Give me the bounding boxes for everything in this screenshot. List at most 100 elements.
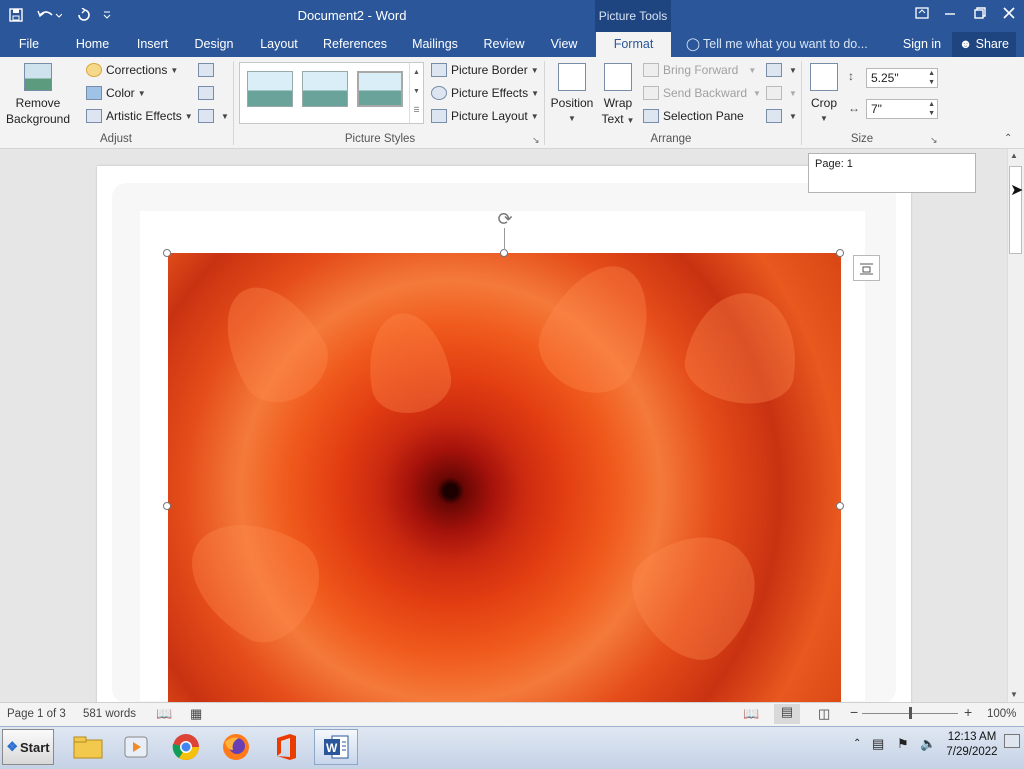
height-field[interactable]: 5.25" ▲ ▼ [866,68,938,88]
zoom-level[interactable]: 100% [987,708,1016,720]
group-label-arrange: Arrange [650,133,692,145]
send-backward-button[interactable]: Send Backward ▼ [643,86,761,100]
tab-home[interactable]: Home [70,32,115,57]
ribbon-tabs: File Home Insert Design Layout Reference… [0,32,1024,57]
collapse-ribbon-icon[interactable]: ⌃ [1004,133,1012,144]
macro-icon[interactable]: ▦ [190,706,202,722]
dialog-launcher-icon[interactable]: ↘ [930,135,938,146]
selected-picture[interactable] [168,253,841,702]
show-hidden-icons-icon[interactable]: ⌃ [853,738,861,749]
resize-handle-top[interactable] [500,249,508,257]
corrections-button[interactable]: Corrections ▼ [86,63,178,77]
web-layout-icon[interactable]: ◫ [818,706,830,722]
word-icon[interactable]: W [314,729,358,765]
style-thumbnail[interactable] [247,71,293,107]
chrome-icon[interactable] [164,729,208,765]
word-count[interactable]: 581 words [83,708,136,720]
rotate-handle-icon[interactable]: ⟳ [495,209,515,229]
artistic-effects-button[interactable]: Artistic Effects ▼ [86,109,193,123]
mouse-cursor-icon: ➤ [1010,182,1024,199]
rotate-button[interactable]: ▼ [766,109,797,123]
crop-label: Crop [810,96,837,110]
windows-logo-icon: ❖ [6,739,19,754]
resize-handle-top-left[interactable] [163,249,171,257]
zoom-slider-thumb[interactable] [909,707,912,719]
corrections-label: Corrections [106,63,168,77]
office-icon[interactable] [264,729,308,765]
proofing-icon[interactable]: 📖 [156,706,172,722]
picture-border-button[interactable]: Picture Border ▼ [431,63,539,77]
position-button[interactable]: Position ▼ [548,63,596,127]
picture-effects-button[interactable]: Picture Effects ▼ [431,86,539,100]
person-icon: ☻ [959,37,973,51]
tab-review[interactable]: Review [480,32,528,57]
crop-button[interactable]: Crop ▼ [806,63,842,127]
restore-button[interactable] [964,0,995,26]
picture-styles-gallery: ▲ ▼ ☰ [239,62,424,124]
tab-references[interactable]: References [320,32,390,57]
spinner-arrows-icon[interactable]: ▲ ▼ [928,100,935,118]
print-layout-icon[interactable]: ▤ [774,704,800,724]
scroll-up-icon[interactable]: ▲ [1010,151,1018,160]
close-button[interactable] [993,0,1024,26]
layout-options-icon[interactable] [853,255,880,281]
ribbon-display-icon[interactable] [906,0,937,26]
wrap-text-button[interactable]: Wrap Text ▼ [598,63,638,129]
reset-picture-button[interactable]: ▼ [198,109,229,123]
system-clock[interactable]: 12:13 AM 7/29/2022 [942,730,1002,760]
width-field[interactable]: 7" ▲ ▼ [866,99,938,119]
change-picture-button[interactable] [198,86,218,100]
start-label: Start [20,739,50,755]
compress-pictures-button[interactable] [198,63,218,77]
show-desktop-icon[interactable] [1004,734,1020,748]
style-thumbnail-selected[interactable] [357,71,403,107]
action-center-flag-icon[interactable]: ⚑ [897,736,909,752]
tell-me-search[interactable]: ◯ Tell me what you want to do... [686,32,876,57]
page-count[interactable]: Page 1 of 3 [7,708,66,720]
tab-file[interactable]: File [8,32,50,57]
gallery-scroll[interactable]: ▲ ▼ ☰ [409,63,423,123]
firefox-icon[interactable] [214,729,258,765]
height-value: 5.25" [871,71,899,85]
chevron-down-icon: ▼ [530,65,539,75]
sign-in-link[interactable]: Sign in [898,32,946,57]
network-icon[interactable]: ▤ [872,736,884,752]
color-button[interactable]: Color ▼ [86,86,146,100]
file-explorer-icon[interactable] [66,729,110,765]
bring-forward-button[interactable]: Bring Forward ▼ [643,63,756,77]
volume-icon[interactable]: 🔈 [920,736,936,752]
compress-icon [198,63,214,77]
group-button[interactable]: ▼ [766,86,797,100]
minimize-button[interactable] [934,0,965,26]
height-icon: ↕ [848,69,854,83]
resize-handle-top-right[interactable] [836,249,844,257]
resize-handle-right[interactable] [836,502,844,510]
zoom-in-icon[interactable]: + [964,704,972,720]
style-thumbnail[interactable] [302,71,348,107]
resize-handle-left[interactable] [163,502,171,510]
tab-view[interactable]: View [544,32,584,57]
picture-layout-button[interactable]: Picture Layout ▼ [431,109,539,123]
selection-pane-label: Selection Pane [663,109,744,123]
tab-mailings[interactable]: Mailings [405,32,465,57]
align-button[interactable]: ▼ [766,63,797,77]
chevron-down-icon: ▼ [221,111,229,121]
tab-layout[interactable]: Layout [254,32,304,57]
zoom-out-icon[interactable]: − [850,704,858,720]
read-mode-icon[interactable]: 📖 [743,706,759,722]
tab-format[interactable]: Format [596,32,671,57]
tab-insert[interactable]: Insert [130,32,175,57]
share-button[interactable]: ☻ Share [952,32,1016,57]
scroll-down-icon[interactable]: ▼ [1010,690,1018,699]
media-player-icon[interactable] [114,729,158,765]
tab-design[interactable]: Design [190,32,238,57]
start-button[interactable]: ❖ Start [2,729,54,765]
remove-background-label-1: Remove [15,96,61,110]
selection-pane-button[interactable]: Selection Pane [643,109,744,123]
status-bar: Page 1 of 3 581 words 📖 ▦ 📖 ▤ ◫ − + 100% [0,702,1024,727]
spinner-arrows-icon[interactable]: ▲ ▼ [928,69,935,87]
group-label-picture-styles: Picture Styles [344,133,416,145]
artistic-effects-label: Artistic Effects [106,109,182,123]
dialog-launcher-icon[interactable]: ↘ [532,135,540,146]
remove-background-button[interactable]: Remove Background [4,63,72,127]
